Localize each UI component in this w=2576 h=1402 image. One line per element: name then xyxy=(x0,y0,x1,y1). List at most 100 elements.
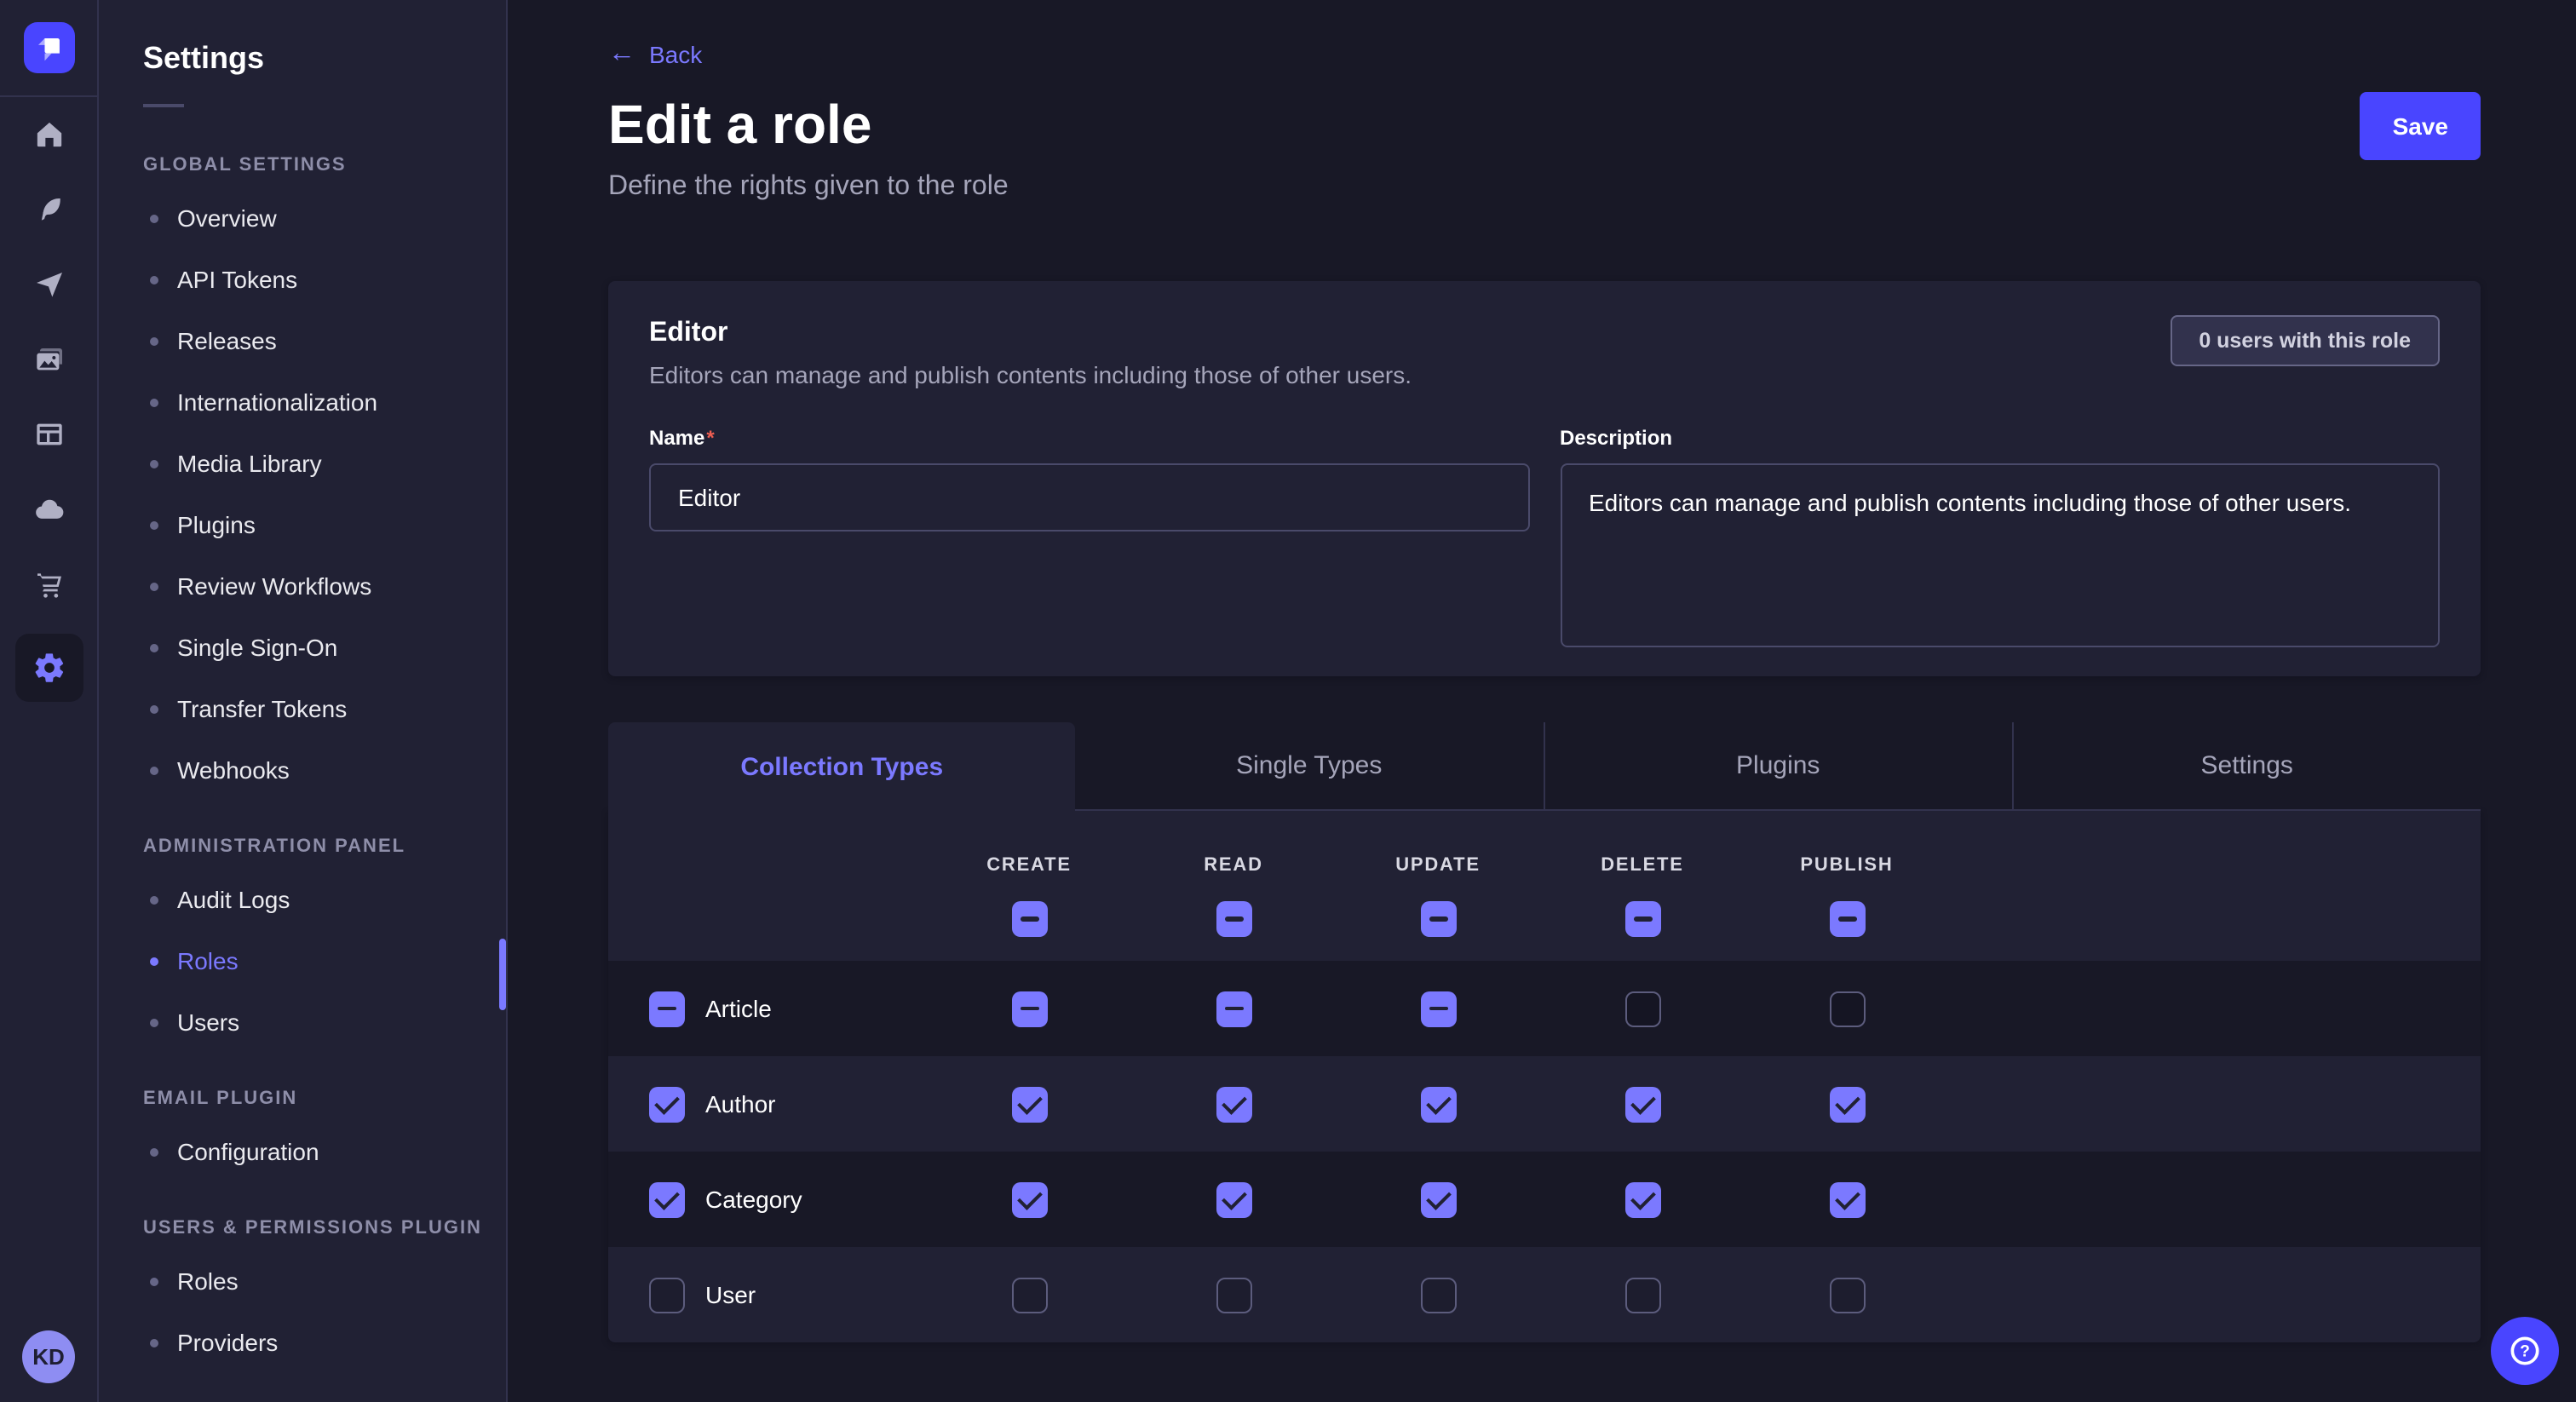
author-create-checkbox[interactable] xyxy=(1011,1086,1047,1122)
author-publish-checkbox[interactable] xyxy=(1829,1086,1865,1122)
sidebar-item-plugins[interactable]: Plugins xyxy=(99,506,506,543)
permission-cell xyxy=(927,1181,1131,1217)
category-create-checkbox[interactable] xyxy=(1011,1181,1047,1217)
description-textarea[interactable]: Editors can manage and publish contents … xyxy=(1560,463,2440,647)
gear-icon[interactable] xyxy=(14,634,83,702)
sidebar-item-label: Roles xyxy=(177,947,239,974)
sidebar-item-configuration[interactable]: Configuration xyxy=(99,1133,506,1170)
sidebar-item-media-library[interactable]: Media Library xyxy=(99,445,506,482)
select-all-read-checkbox[interactable] xyxy=(1216,901,1251,937)
user-create-checkbox[interactable] xyxy=(1011,1277,1047,1313)
category-publish-checkbox[interactable] xyxy=(1829,1181,1865,1217)
permission-cell xyxy=(1336,991,1540,1026)
column-header-delete: DELETE xyxy=(1540,811,1745,961)
logo-area xyxy=(0,0,97,97)
sidebar-item-webhooks[interactable]: Webhooks xyxy=(99,751,506,789)
home-icon[interactable] xyxy=(28,114,69,155)
row-user-checkbox[interactable] xyxy=(649,1277,685,1313)
photos-icon[interactable] xyxy=(28,339,69,380)
sidebar-scrollbar-thumb[interactable] xyxy=(499,939,506,1010)
permission-cell xyxy=(1745,1181,1949,1217)
category-update-checkbox[interactable] xyxy=(1420,1181,1456,1217)
select-all-publish-checkbox[interactable] xyxy=(1829,901,1865,937)
sidebar-item-label: API Tokens xyxy=(177,266,297,293)
tab-settings[interactable]: Settings xyxy=(2012,722,2481,811)
required-asterisk: * xyxy=(706,426,714,450)
page-title: Edit a role xyxy=(608,94,871,157)
select-all-delete-checkbox[interactable] xyxy=(1624,901,1660,937)
article-delete-checkbox[interactable] xyxy=(1624,991,1660,1026)
user-avatar[interactable]: KD xyxy=(22,1330,75,1383)
sidebar-item-roles[interactable]: Roles xyxy=(99,1262,506,1300)
back-link[interactable]: ← Back xyxy=(608,41,702,68)
row-category-checkbox[interactable] xyxy=(649,1181,685,1217)
page-subtitle: Define the rights given to the role xyxy=(608,172,1009,203)
tab-collection-types[interactable]: Collection Types xyxy=(608,722,1076,811)
sidebar-title: Settings xyxy=(99,0,506,77)
users-with-role-badge[interactable]: 0 users with this role xyxy=(2170,315,2440,366)
sidebar-item-overview[interactable]: Overview xyxy=(99,199,506,237)
sidebar-item-releases[interactable]: Releases xyxy=(99,322,506,359)
feather-icon[interactable] xyxy=(28,189,69,230)
sidebar-item-users[interactable]: Users xyxy=(99,1003,506,1041)
sidebar-item-single-sign-on[interactable]: Single Sign-On xyxy=(99,629,506,666)
user-update-checkbox[interactable] xyxy=(1420,1277,1456,1313)
category-delete-checkbox[interactable] xyxy=(1624,1181,1660,1217)
permission-cell xyxy=(1540,1181,1745,1217)
column-header-publish: PUBLISH xyxy=(1745,811,1949,961)
user-delete-checkbox[interactable] xyxy=(1624,1277,1660,1313)
row-label-cell: User xyxy=(608,1277,927,1313)
permission-cell xyxy=(927,1277,1131,1313)
permission-cell xyxy=(927,1086,1131,1122)
permission-cell xyxy=(1336,1181,1540,1217)
content-type-name: Category xyxy=(705,1186,802,1213)
article-update-checkbox[interactable] xyxy=(1420,991,1456,1026)
sidebar-item-audit-logs[interactable]: Audit Logs xyxy=(99,881,506,918)
sidebar-item-internationalization[interactable]: Internationalization xyxy=(99,383,506,421)
user-publish-checkbox[interactable] xyxy=(1829,1277,1865,1313)
content-type-name: User xyxy=(705,1281,756,1308)
paper-plane-icon[interactable] xyxy=(28,264,69,305)
permission-row-article: Article xyxy=(608,961,2481,1056)
sidebar-section-list: Configuration xyxy=(99,1133,506,1170)
select-all-update-checkbox[interactable] xyxy=(1420,901,1456,937)
save-button[interactable]: Save xyxy=(2360,92,2481,160)
sidebar-item-providers[interactable]: Providers xyxy=(99,1324,506,1361)
author-read-checkbox[interactable] xyxy=(1216,1086,1251,1122)
strapi-logo-icon[interactable] xyxy=(23,22,74,73)
permissions-rows: ArticleAuthorCategoryUser xyxy=(608,961,2481,1342)
sidebar-item-transfer-tokens[interactable]: Transfer Tokens xyxy=(99,690,506,727)
layout-icon[interactable] xyxy=(28,414,69,455)
role-fields: Name* Description Editors can manage and… xyxy=(649,422,2440,656)
sidebar-item-label: Plugins xyxy=(177,511,256,538)
cloud-icon[interactable] xyxy=(28,489,69,530)
sidebar-item-roles[interactable]: Roles xyxy=(99,942,506,980)
author-update-checkbox[interactable] xyxy=(1420,1086,1456,1122)
article-publish-checkbox[interactable] xyxy=(1829,991,1865,1026)
column-header-label: DELETE xyxy=(1601,855,1684,876)
sidebar-item-review-workflows[interactable]: Review Workflows xyxy=(99,567,506,605)
tab-plugins[interactable]: Plugins xyxy=(1543,722,2012,811)
sidebar-item-label: Audit Logs xyxy=(177,886,290,913)
author-delete-checkbox[interactable] xyxy=(1624,1086,1660,1122)
sidebar-item-label: Webhooks xyxy=(177,756,290,784)
row-author-checkbox[interactable] xyxy=(649,1086,685,1122)
permission-cell xyxy=(1540,1277,1745,1313)
sidebar-item-label: Providers xyxy=(177,1329,278,1356)
back-arrow-icon: ← xyxy=(608,41,635,68)
user-read-checkbox[interactable] xyxy=(1216,1277,1251,1313)
column-header-label: CREATE xyxy=(986,855,1072,876)
article-create-checkbox[interactable] xyxy=(1011,991,1047,1026)
permission-cell xyxy=(1131,1086,1336,1122)
name-input[interactable] xyxy=(649,463,1529,531)
row-article-checkbox[interactable] xyxy=(649,991,685,1026)
help-button[interactable]: ? xyxy=(2491,1317,2559,1385)
sidebar-divider xyxy=(143,104,184,107)
select-all-create-checkbox[interactable] xyxy=(1011,901,1047,937)
article-read-checkbox[interactable] xyxy=(1216,991,1251,1026)
tab-single-types[interactable]: Single Types xyxy=(1076,722,1544,811)
sidebar-section-label-global-settings: GLOBAL SETTINGS xyxy=(99,155,506,175)
category-read-checkbox[interactable] xyxy=(1216,1181,1251,1217)
sidebar-item-api-tokens[interactable]: API Tokens xyxy=(99,261,506,298)
cart-icon[interactable] xyxy=(28,564,69,605)
